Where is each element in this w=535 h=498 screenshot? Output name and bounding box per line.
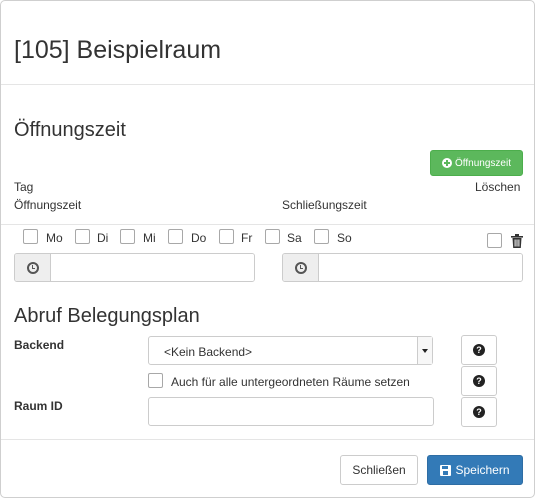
- backend-help-button[interactable]: ?: [461, 335, 497, 365]
- closing-time-input[interactable]: [319, 254, 522, 281]
- schedule-heading: Abruf Belegungsplan: [14, 305, 200, 327]
- column-day: Tag: [14, 180, 34, 194]
- column-delete: Löschen: [475, 180, 521, 194]
- select-arrow[interactable]: [417, 337, 432, 364]
- day-label-so: So: [337, 231, 352, 245]
- room-modal: [105] Beispielraum Öffnungszeit Öffnungs…: [0, 0, 535, 498]
- room-id-help-button[interactable]: ?: [461, 397, 497, 427]
- apply-all-checkbox[interactable]: [148, 373, 163, 388]
- save-button[interactable]: Speichern: [427, 455, 523, 485]
- question-circle-icon: ?: [473, 406, 485, 418]
- question-circle-icon: ?: [473, 375, 485, 387]
- day-checkbox-mo[interactable]: [23, 229, 38, 244]
- backend-selected-value: <Kein Backend>: [164, 345, 253, 359]
- day-label-sa: Sa: [287, 231, 302, 245]
- add-opening-time-button[interactable]: Öffnungszeit: [430, 150, 523, 176]
- day-label-mi: Mi: [143, 231, 156, 245]
- room-id-label: Raum ID: [14, 399, 63, 413]
- day-label-fr: Fr: [241, 231, 253, 245]
- trash-icon[interactable]: [511, 234, 523, 248]
- modal-title: [105] Beispielraum: [14, 36, 222, 64]
- apply-all-help-button[interactable]: ?: [461, 366, 497, 396]
- plus-circle-icon: [442, 158, 453, 168]
- table-divider: [1, 224, 534, 225]
- day-checkbox-do[interactable]: [168, 229, 183, 244]
- day-checkbox-fr[interactable]: [219, 229, 234, 244]
- clock-icon: [26, 261, 39, 274]
- day-label-do: Do: [191, 231, 207, 245]
- backend-select[interactable]: <Kein Backend>: [148, 336, 433, 365]
- day-label-mo: Mo: [46, 231, 63, 245]
- backend-label: Backend: [14, 338, 65, 352]
- close-button[interactable]: Schließen: [340, 455, 418, 485]
- opening-time-group: [14, 253, 255, 282]
- room-id-input[interactable]: [148, 397, 434, 426]
- save-icon: [440, 464, 452, 476]
- opening-time-input[interactable]: [51, 254, 254, 281]
- chevron-down-icon: [422, 348, 428, 353]
- column-opening-time: Öffnungszeit: [14, 198, 82, 212]
- opening-hours-heading: Öffnungszeit: [14, 119, 126, 141]
- clock-icon: [294, 261, 307, 274]
- closing-time-group: [282, 253, 523, 282]
- apply-all-label: Auch für alle untergeordneten Räume setz…: [171, 375, 410, 389]
- closing-time-addon: [283, 254, 319, 281]
- opening-time-addon: [15, 254, 51, 281]
- day-checkbox-mi[interactable]: [120, 229, 135, 244]
- delete-row-checkbox[interactable]: [487, 233, 502, 248]
- day-label-di: Di: [97, 231, 109, 245]
- question-circle-icon: ?: [473, 344, 485, 356]
- add-opening-time-label: Öffnungszeit: [455, 157, 511, 169]
- column-closing-time: Schließungszeit: [282, 198, 367, 212]
- day-checkbox-di[interactable]: [75, 229, 90, 244]
- day-checkbox-sa[interactable]: [265, 229, 280, 244]
- header-divider: [1, 84, 534, 85]
- day-checkbox-so[interactable]: [314, 229, 329, 244]
- save-button-label: Speichern: [455, 463, 510, 477]
- footer-divider: [1, 439, 534, 440]
